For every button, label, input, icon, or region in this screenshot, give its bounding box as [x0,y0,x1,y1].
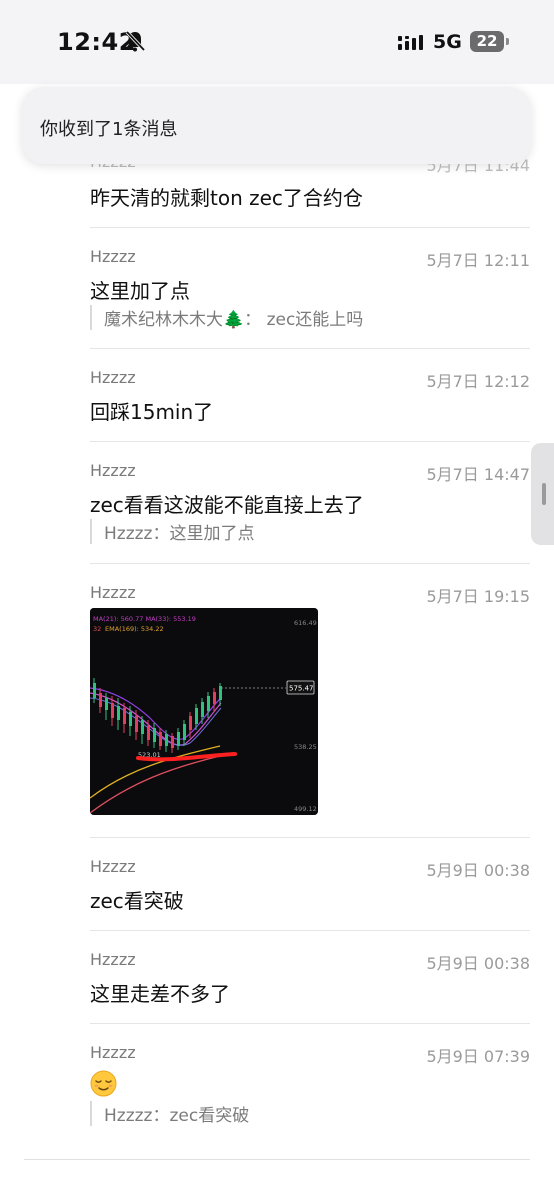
network-type: 5G [433,31,462,53]
price-mid: 538.25 [294,743,317,751]
battery-level: 22 [470,31,504,52]
candlestick-chart: MA(21): 560.77 MA(33): 553.19 32 EMA(169… [90,608,318,815]
relieved-face-icon [90,1070,117,1097]
sender-name: Hzzzz [90,247,136,266]
quoted-message[interactable]: Hzzzz：这里加了点 [90,519,254,544]
message-time: 5月7日 12:12 [426,372,530,391]
message-time: 5月9日 00:38 [426,954,530,973]
message-text: 昨天清的就剩ton zec了合约仓 [90,186,363,210]
quoted-message[interactable]: 魔术纪林木木大🌲： zec还能上吗 [90,305,363,330]
message-time: 5月7日 14:47 [426,465,530,484]
message-text: 这里加了点 [90,279,190,303]
side-drag-handle[interactable] [531,443,554,545]
sender-name: Hzzzz [90,950,136,969]
list-item[interactable]: Hzzzz 5月9日 07:39 Hzzzz：zec看突破 [90,1024,530,1144]
list-item[interactable]: Hzzzz 5月7日 12:11 这里加了点 魔术纪林木木大🌲： zec还能上吗 [90,228,530,349]
list-item[interactable]: Hzzzz 5月7日 14:47 zec看看这波能不能直接上去了 Hzzzz：这… [90,442,530,564]
notification-banner[interactable]: 你收到了1条消息 [22,87,531,164]
ma-legend: MA(21): 560.77 MA(33): 553.19 [93,615,196,623]
notification-text: 你收到了1条消息 [40,119,178,140]
message-time: 5月9日 00:38 [426,861,530,880]
ema-legend-prefix: 32 [93,625,101,633]
list-item[interactable]: Hzzzz 5月7日 19:15 MA(21): 560.77 MA(33): … [90,564,530,838]
sender-name: Hzzzz [90,368,136,387]
list-item[interactable]: Hzzzz 5月9日 00:38 zec看突破 [90,838,530,931]
message-time: 5月7日 12:11 [426,251,530,270]
cellular-signal-icon [398,35,423,50]
sender-name: Hzzzz [90,583,136,602]
battery-icon [506,38,509,45]
message-text: zec看看这波能不能直接上去了 [90,493,364,517]
message-text: 回踩15min了 [90,400,214,424]
status-bar: 12:42 5G 22 [0,0,554,84]
chart-image[interactable]: MA(21): 560.77 MA(33): 553.19 32 EMA(169… [90,608,318,815]
message-time: 5月9日 07:39 [426,1047,530,1066]
sender-name: Hzzzz [90,461,136,480]
quoted-message[interactable]: Hzzzz：zec看突破 [90,1101,249,1126]
sender-name: Hzzzz [90,857,136,876]
list-item[interactable]: Hzzzz 5月7日 12:12 回踩15min了 [90,349,530,442]
message-emoji [90,1070,117,1102]
price-bottom: 499.12 [294,805,317,813]
list-item[interactable]: Hzzzz 5月9日 00:38 这里走差不多了 [90,931,530,1024]
bell-muted-icon [125,30,146,52]
divider [24,1159,530,1160]
price-top: 616.49 [294,619,317,627]
ema-legend: EMA(169): 534.22 [105,625,164,633]
sender-name: Hzzzz [90,1043,136,1062]
message-text: zec看突破 [90,889,184,913]
price-current: 575.47 [289,685,314,693]
message-time: 5月7日 19:15 [426,587,530,606]
message-text: 这里走差不多了 [90,982,230,1006]
